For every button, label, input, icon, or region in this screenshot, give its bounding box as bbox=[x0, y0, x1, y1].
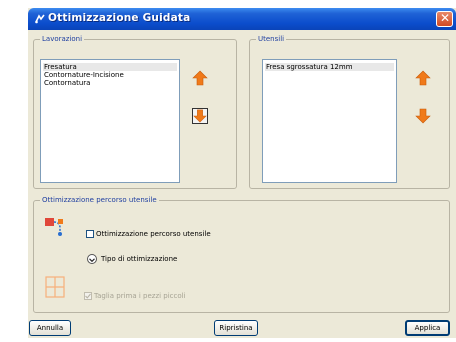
tool-path-icon bbox=[45, 218, 63, 236]
check-icon bbox=[85, 293, 91, 299]
dialog-window: Ottimizzazione Guidata ✕ Lavorazioni Fre… bbox=[28, 8, 456, 338]
title-bar[interactable]: Ottimizzazione Guidata ✕ bbox=[28, 8, 456, 30]
ripristina-button[interactable]: Ripristina bbox=[214, 320, 258, 336]
arrow-up-icon bbox=[192, 70, 208, 86]
arrow-down-icon bbox=[415, 108, 431, 124]
ottimizzazione-checkbox-label[interactable]: Ottimizzazione percorso utensile bbox=[96, 230, 211, 238]
pezzi-piccoli-checkbox[interactable] bbox=[84, 292, 92, 300]
nesting-pieces-icon bbox=[45, 276, 65, 298]
window-title: Ottimizzazione Guidata bbox=[48, 12, 191, 24]
lavorazioni-move-up-button[interactable] bbox=[192, 70, 208, 86]
utensili-list[interactable]: Fresa sgrossatura 12mm bbox=[262, 59, 397, 183]
close-button[interactable]: ✕ bbox=[436, 11, 453, 27]
lavorazioni-legend: Lavorazioni bbox=[40, 35, 85, 44]
annulla-button[interactable]: Annulla bbox=[29, 320, 71, 336]
utensili-move-down-button[interactable] bbox=[415, 108, 431, 124]
utensili-legend: Utensili bbox=[256, 35, 287, 44]
ottimizzazione-group: Ottimizzazione percorso utensile Ottimiz… bbox=[33, 196, 450, 313]
applica-button[interactable]: Applica bbox=[405, 320, 450, 336]
lavorazioni-move-down-button[interactable] bbox=[192, 108, 208, 124]
tipo-ottimizzazione-label[interactable]: Tipo di ottimizzazione bbox=[101, 255, 177, 263]
list-item[interactable]: Fresa sgrossatura 12mm bbox=[265, 63, 394, 71]
utensili-move-up-button[interactable] bbox=[415, 70, 431, 86]
list-item[interactable]: Fresatura bbox=[43, 63, 177, 71]
arrow-down-icon bbox=[193, 109, 207, 123]
ottimizzazione-checkbox[interactable] bbox=[86, 230, 94, 238]
tipo-expand-button[interactable] bbox=[87, 254, 97, 264]
close-icon: ✕ bbox=[440, 11, 451, 25]
utensili-group: Utensili Fresa sgrossatura 12mm bbox=[249, 35, 450, 189]
chevron-down-icon bbox=[89, 257, 95, 262]
lavorazioni-group: Lavorazioni Fresatura Contornature-Incis… bbox=[33, 35, 237, 189]
list-item[interactable]: Contornatura bbox=[44, 79, 90, 87]
list-item[interactable]: Contornature-Incisione bbox=[44, 71, 124, 79]
lavorazioni-list[interactable]: Fresatura Contornature-Incisione Contorn… bbox=[40, 59, 180, 183]
pezzi-piccoli-label: Taglia prima i pezzi piccoli bbox=[94, 292, 186, 300]
app-icon bbox=[35, 14, 45, 24]
ottimizzazione-legend: Ottimizzazione percorso utensile bbox=[40, 196, 159, 205]
arrow-up-icon bbox=[415, 70, 431, 86]
